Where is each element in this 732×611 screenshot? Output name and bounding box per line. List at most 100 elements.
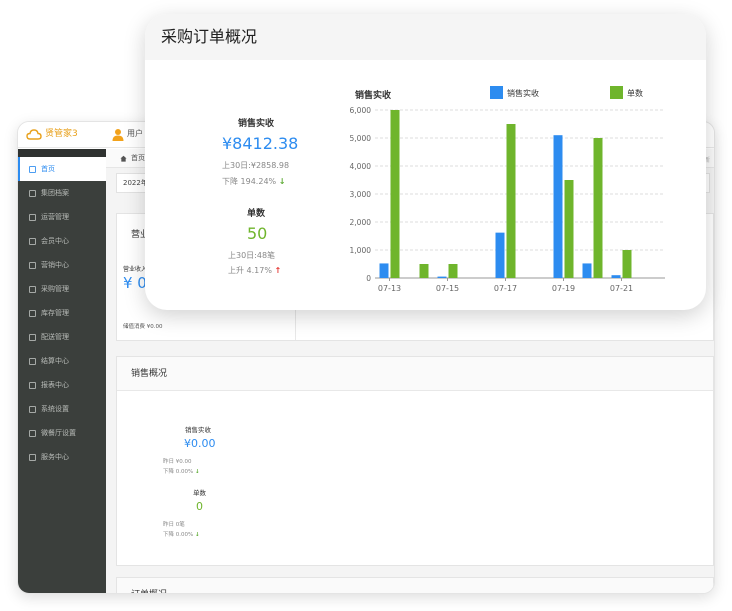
sidebar-menu: 首页集团档案运营管理会员中心营销中心采购管理库存管理配送管理结算中心报表中心系统…	[18, 157, 106, 469]
popup-metric2-change: 上升 4.17%	[228, 266, 272, 275]
arrow-down-icon: ↓	[278, 177, 286, 186]
logo[interactable]: 贤管家3	[26, 127, 78, 141]
chart-title: 销售实收	[355, 91, 392, 101]
order-overview-title: 订单概况	[117, 578, 713, 593]
sidebar-item-label: 集团档案	[41, 189, 69, 197]
legend-swatch-0	[490, 86, 503, 99]
sidebar-item-1[interactable]: 集团档案	[18, 181, 106, 205]
sales-metric1-change: 下降 0.00%	[163, 469, 194, 475]
sidebar-item-label: 营销中心	[41, 261, 69, 269]
report-icon	[29, 381, 36, 389]
sidebar-item-7[interactable]: 配送管理	[18, 325, 106, 349]
sidebar-item-8[interactable]: 结算中心	[18, 349, 106, 373]
sidebar-item-9[interactable]: 报表中心	[18, 373, 106, 397]
purchase-order-popup: 采购订单概况 销售实收 ¥8412.38 上30日:¥2858.98 下降 19…	[145, 14, 706, 310]
user-icon	[112, 128, 124, 141]
bar-销售实收-07-19	[553, 135, 563, 278]
bar-单数-07-19	[564, 180, 574, 278]
sidebar-item-label: 微餐厅设置	[41, 429, 76, 437]
popup-metric1-change: 下降 194.24%	[222, 177, 277, 186]
order-overview-card: 订单概况	[116, 577, 714, 593]
sidebar-item-label: 配送管理	[41, 333, 69, 341]
user-name: 用户	[127, 129, 143, 138]
chart-svg: 销售实收 单数 0 1,000 2,000 3,000 4,000 5,000 6,000 07-…	[350, 86, 665, 293]
y-tick-label-0: 0	[366, 274, 371, 283]
divider	[295, 310, 296, 340]
bar-销售实收-07-20	[582, 263, 592, 278]
sidebar-item-0[interactable]: 首页	[18, 157, 106, 181]
y-tick-label-4: 4,000	[350, 162, 372, 171]
x-tick-label-3: 07-19	[552, 284, 575, 293]
y-tick-label-5: 5,000	[350, 134, 372, 143]
sidebar-item-label: 采购管理	[41, 285, 69, 293]
sidebar-item-4[interactable]: 营销中心	[18, 253, 106, 277]
sidebar-item-11[interactable]: 微餐厅设置	[18, 421, 106, 445]
sidebar-item-3[interactable]: 会员中心	[18, 229, 106, 253]
sales-metric2-value: 0	[196, 500, 203, 513]
popup-metric2-prev: 上30日:48笔	[228, 251, 276, 260]
member-icon	[29, 237, 36, 245]
bar-销售实收-07-17	[495, 232, 505, 278]
cart-icon	[29, 285, 36, 293]
sidebar-item-label: 服务中心	[41, 453, 69, 461]
food-icon	[29, 429, 36, 437]
gear-icon	[29, 405, 36, 413]
sidebar-item-2[interactable]: 运营管理	[18, 205, 106, 229]
bar-单数-07-20	[593, 138, 603, 278]
legend-swatch-1	[610, 86, 623, 99]
sidebar-item-label: 结算中心	[41, 357, 69, 365]
popup-title: 采购订单概况	[145, 14, 706, 60]
sidebar-item-10[interactable]: 系统设置	[18, 397, 106, 421]
user-menu[interactable]: 用户	[112, 127, 143, 141]
sidebar-item-12[interactable]: 服务中心	[18, 445, 106, 469]
x-tick-label-1: 07-15	[436, 284, 459, 293]
service-icon	[29, 453, 36, 461]
popup-metric2-change-row: 上升 4.17% ↑	[228, 265, 281, 276]
sales-metric2-change: 下降 0.00%	[163, 532, 194, 538]
bar-单数-07-13	[390, 110, 400, 278]
sidebar-item-5[interactable]: 采购管理	[18, 277, 106, 301]
sidebar-item-label: 运营管理	[41, 213, 69, 221]
sidebar: 首页集团档案运营管理会员中心营销中心采购管理库存管理配送管理结算中心报表中心系统…	[18, 149, 106, 593]
sales-overview-title: 销售概况	[117, 357, 713, 391]
arrow-down-icon: ↓	[194, 469, 200, 475]
money-icon	[29, 357, 36, 365]
box-icon	[29, 309, 36, 317]
bar-单数-07-21	[622, 250, 632, 278]
truck-icon	[29, 333, 36, 341]
bar-销售实收-07-15	[437, 276, 447, 278]
x-tick-label-0: 07-13	[378, 284, 401, 293]
y-tick-label-3: 3,000	[350, 190, 372, 199]
sidebar-item-label: 库存管理	[41, 309, 69, 317]
bar-单数-07-15	[448, 264, 458, 278]
sales-overview-card: 销售概况 销售实收 ¥0.00 昨日 ¥0.00 下降 0.00% ↓ 单数 0…	[116, 356, 714, 566]
bar-单数-07-14	[419, 264, 429, 278]
home-icon	[29, 165, 36, 173]
y-tick-label-2: 2,000	[350, 218, 372, 227]
chart-icon	[29, 213, 36, 221]
popup-metric2-value: 50	[247, 224, 268, 243]
home-icon	[120, 155, 127, 162]
sidebar-item-label: 报表中心	[41, 381, 69, 389]
popup-metric1-change-row: 下降 194.24% ↓	[222, 176, 285, 187]
legend-label-0: 销售实收	[507, 88, 539, 98]
arrow-up-icon: ↑	[274, 266, 282, 275]
stored-value-consumption: 储值消费 ¥0.00	[123, 324, 163, 330]
x-tick-label-4: 07-21	[610, 284, 633, 293]
sidebar-item-label: 系统设置	[41, 405, 69, 413]
sidebar-top-strip	[18, 149, 106, 157]
popup-metric1-value: ¥8412.38	[222, 134, 299, 153]
logo-text: 贤管家3	[45, 129, 78, 139]
sales-metric1-change-row: 下降 0.00% ↓	[163, 467, 200, 475]
sales-bar-chart: 销售实收 销售实收 单数 0 1,000 2,000 3,000 4,000 5,000 6,0…	[335, 74, 675, 304]
bar-单数-07-17	[506, 124, 516, 278]
sidebar-item-6[interactable]: 库存管理	[18, 301, 106, 325]
legend-label-1: 单数	[627, 88, 643, 98]
sales-metric1-prev: 昨日 ¥0.00	[163, 459, 192, 465]
popup-metric1-label: 销售实收	[238, 119, 275, 129]
bar-销售实收-07-21	[611, 275, 621, 278]
edit-icon	[29, 261, 36, 269]
cloud-logo-icon	[26, 128, 42, 140]
breadcrumb-home[interactable]: 首页	[131, 153, 145, 163]
file-icon	[29, 189, 36, 197]
